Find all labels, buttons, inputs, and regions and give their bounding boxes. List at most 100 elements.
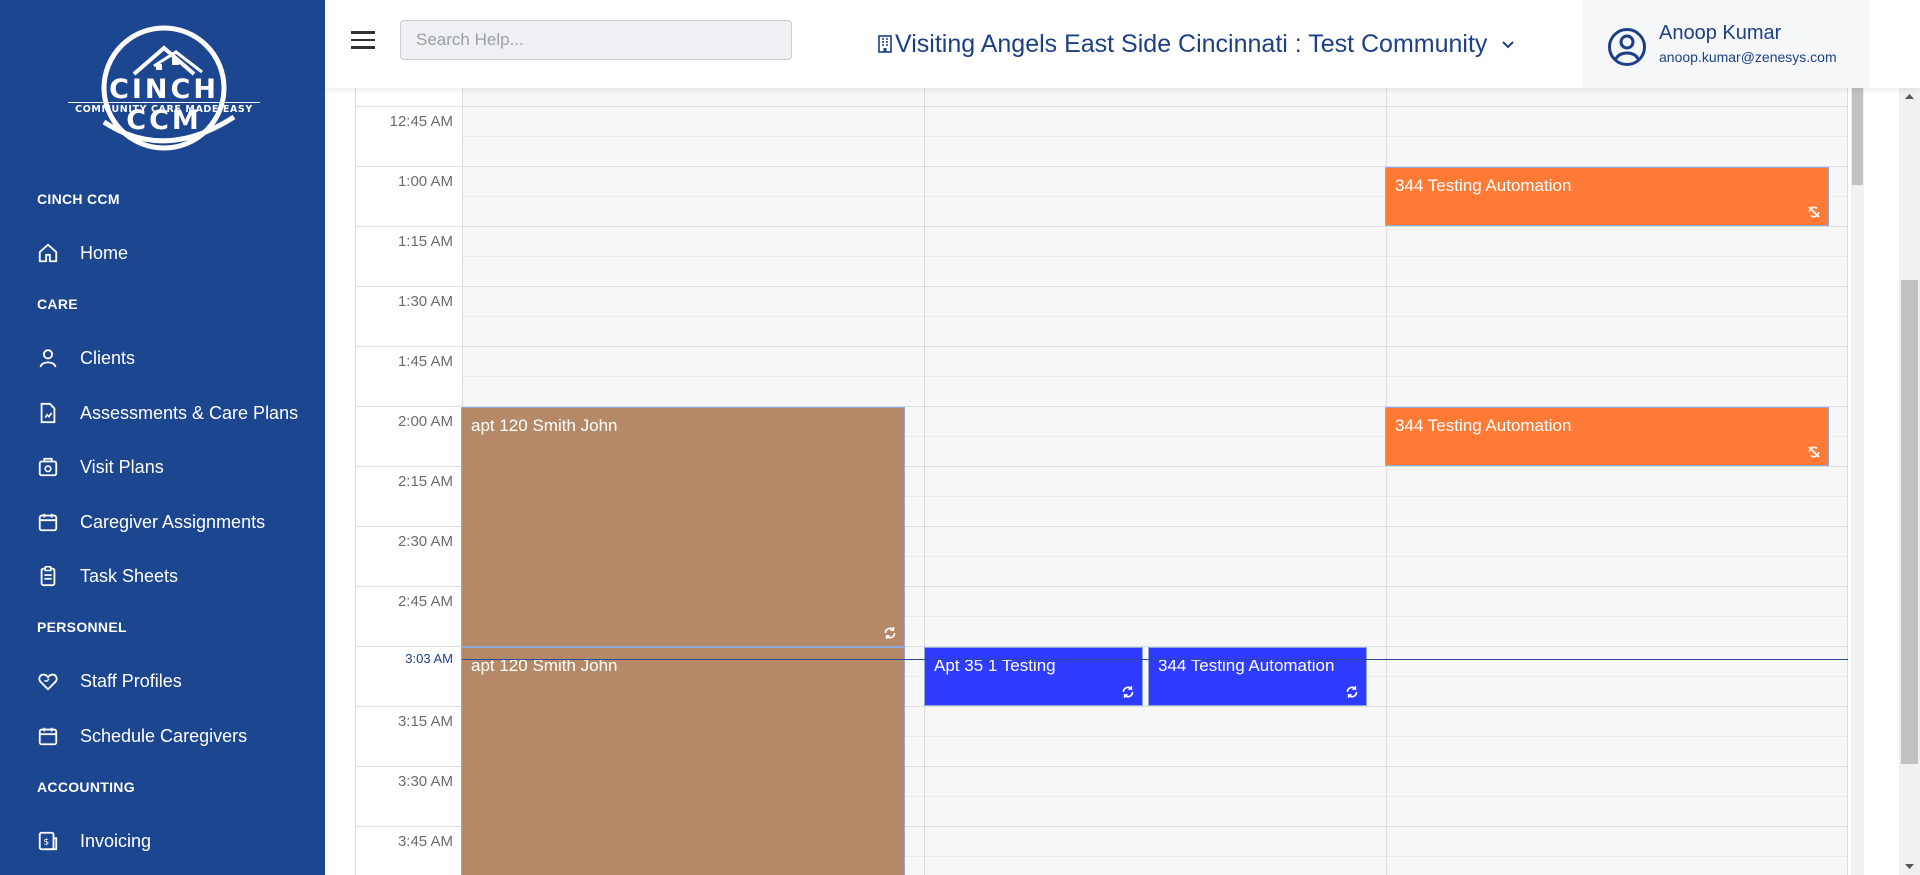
document-chart-icon — [40, 402, 56, 424]
time-label: 2:15 AM — [397, 473, 453, 490]
time-divider — [356, 346, 463, 347]
sidebar-item-home[interactable]: Home — [0, 231, 325, 275]
time-divider — [356, 766, 463, 767]
logo-tagline: COMMUNITY CARE MADE EASY — [68, 102, 260, 115]
community-selector[interactable]: Visiting Angels East Side Cincinnati : T… — [877, 28, 1517, 60]
event-title: 344 Testing Automation — [1395, 176, 1572, 195]
time-label: 3:45 AM — [397, 833, 453, 850]
time-divider — [356, 526, 463, 527]
clipboard-icon — [40, 566, 56, 587]
no-sync-icon — [1808, 206, 1820, 218]
invoice-icon: $ — [38, 831, 58, 851]
no-sync-icon — [1808, 446, 1820, 458]
time-label: 3:15 AM — [397, 713, 453, 730]
section-label-accounting: ACCOUNTING — [37, 779, 135, 795]
user-icon — [39, 349, 57, 368]
sidebar-item-clients[interactable]: Clients — [0, 336, 325, 380]
time-label: 3:30 AM — [397, 773, 453, 790]
calendar-event[interactable]: Apt 35 1 Testing — [924, 647, 1143, 706]
header-spacer — [1869, 0, 1920, 88]
slot-line — [462, 136, 1848, 137]
sidebar-item-invoicing[interactable]: $ Invoicing — [0, 819, 325, 863]
building-icon — [878, 35, 892, 53]
time-label: 2:45 AM — [397, 593, 453, 610]
sidebar-item-label: Clients — [80, 347, 136, 368]
calendar-icon — [38, 513, 58, 532]
time-divider — [356, 166, 463, 167]
section-label-care: CARE — [37, 296, 78, 312]
community-name: Visiting Angels East Side Cincinnati : T… — [895, 29, 1488, 58]
time-label: 2:00 AM — [397, 413, 453, 430]
time-divider — [356, 226, 463, 227]
time-divider — [356, 646, 463, 647]
home-icon — [38, 243, 58, 263]
chevron-down-icon — [1502, 41, 1515, 49]
slot-line — [462, 376, 1848, 377]
sidebar-item-task-sheets[interactable]: Task Sheets — [0, 554, 325, 598]
time-axis: 12:45 AM 1:00 AM 1:15 AM 1:30 AM 1:45 AM… — [355, 88, 463, 875]
slot-line — [462, 226, 1848, 227]
calendar-event[interactable]: 344 Testing Automation — [1148, 647, 1367, 706]
hamburger-bar — [351, 38, 375, 41]
calendar-event[interactable]: 344 Testing Automation — [1385, 407, 1829, 466]
sidebar-item-label: Task Sheets — [80, 565, 179, 586]
sidebar-item-staff-profiles[interactable]: Staff Profiles — [0, 659, 325, 703]
hamburger-bar — [351, 46, 375, 49]
slot-line — [462, 346, 1848, 347]
calendar-scrollbar-thumb[interactable] — [1852, 88, 1863, 185]
section-label-cinch-ccm: CINCH CCM — [37, 191, 120, 207]
scroll-up-arrow-icon[interactable] — [1899, 88, 1920, 106]
sync-icon — [884, 627, 896, 639]
sync-icon — [1122, 686, 1134, 698]
user-name: Anoop Kumar — [1659, 22, 1782, 44]
calendar-icon — [38, 727, 58, 746]
menu-toggle-button[interactable] — [351, 31, 375, 53]
top-header: Visiting Angels East Side Cincinnati : T… — [325, 0, 1920, 88]
user-avatar-icon — [1608, 28, 1646, 66]
sidebar-item-label: Assessments & Care Plans — [80, 402, 299, 423]
hamburger-bar — [351, 31, 375, 34]
calendar-event[interactable]: apt 120 Smith John — [461, 407, 905, 647]
section-label-personnel: PERSONNEL — [37, 619, 127, 635]
sidebar-item-visit-plans[interactable]: Visit Plans — [0, 445, 325, 489]
sidebar: CINCH CCM COMMUNITY CARE MADE EASY CINCH… — [0, 0, 325, 875]
time-label: 1:15 AM — [397, 233, 453, 250]
slot-line — [462, 316, 1848, 317]
time-label: 12:45 AM — [389, 113, 453, 130]
sidebar-item-caregiver-assignments[interactable]: Caregiver Assignments — [0, 500, 325, 544]
current-time-label: 3:03 AM — [405, 651, 453, 666]
slot-line — [462, 286, 1848, 287]
page-scrollbar[interactable] — [1899, 88, 1920, 875]
sidebar-item-label: Home — [80, 242, 129, 263]
slot-line — [462, 256, 1848, 257]
user-menu[interactable]: Anoop Kumar anoop.kumar@zenesys.com — [1583, 0, 1869, 88]
sidebar-item-schedule-caregivers[interactable]: Schedule Caregivers — [0, 714, 325, 758]
sidebar-item-assessments[interactable]: Assessments & Care Plans — [0, 391, 325, 435]
sidebar-item-label: Invoicing — [80, 830, 152, 851]
time-divider — [356, 286, 463, 287]
calendar-event[interactable]: apt 120 Smith John — [461, 647, 905, 875]
page-scrollbar-thumb[interactable] — [1901, 280, 1918, 764]
time-label: 1:45 AM — [397, 353, 453, 370]
sidebar-item-label: Staff Profiles — [80, 670, 182, 691]
sidebar-item-label: Caregiver Assignments — [80, 511, 266, 532]
calendar-scrollbar[interactable] — [1851, 88, 1864, 875]
column-divider — [924, 88, 925, 875]
calendar-day-view: 12:45 AM 1:00 AM 1:15 AM 1:30 AM 1:45 AM… — [355, 88, 1848, 875]
slot-line — [462, 106, 1848, 107]
calendar-event[interactable]: 344 Testing Automation — [1385, 167, 1829, 226]
time-divider — [356, 106, 463, 107]
search-help-input[interactable] — [400, 20, 792, 60]
scroll-down-arrow-icon[interactable] — [1899, 857, 1920, 875]
time-divider — [356, 706, 463, 707]
sidebar-item-label: Schedule Caregivers — [80, 725, 248, 746]
time-label: 2:30 AM — [397, 533, 453, 550]
event-title: apt 120 Smith John — [471, 416, 618, 435]
user-email: anoop.kumar@zenesys.com — [1659, 49, 1837, 65]
time-divider — [356, 406, 463, 407]
app-logo[interactable]: CINCH CCM COMMUNITY CARE MADE EASY — [64, 22, 264, 152]
time-label: 1:00 AM — [397, 173, 453, 190]
visit-plan-icon — [38, 457, 58, 477]
time-label: 1:30 AM — [397, 293, 453, 310]
event-title: 344 Testing Automation — [1395, 416, 1572, 435]
